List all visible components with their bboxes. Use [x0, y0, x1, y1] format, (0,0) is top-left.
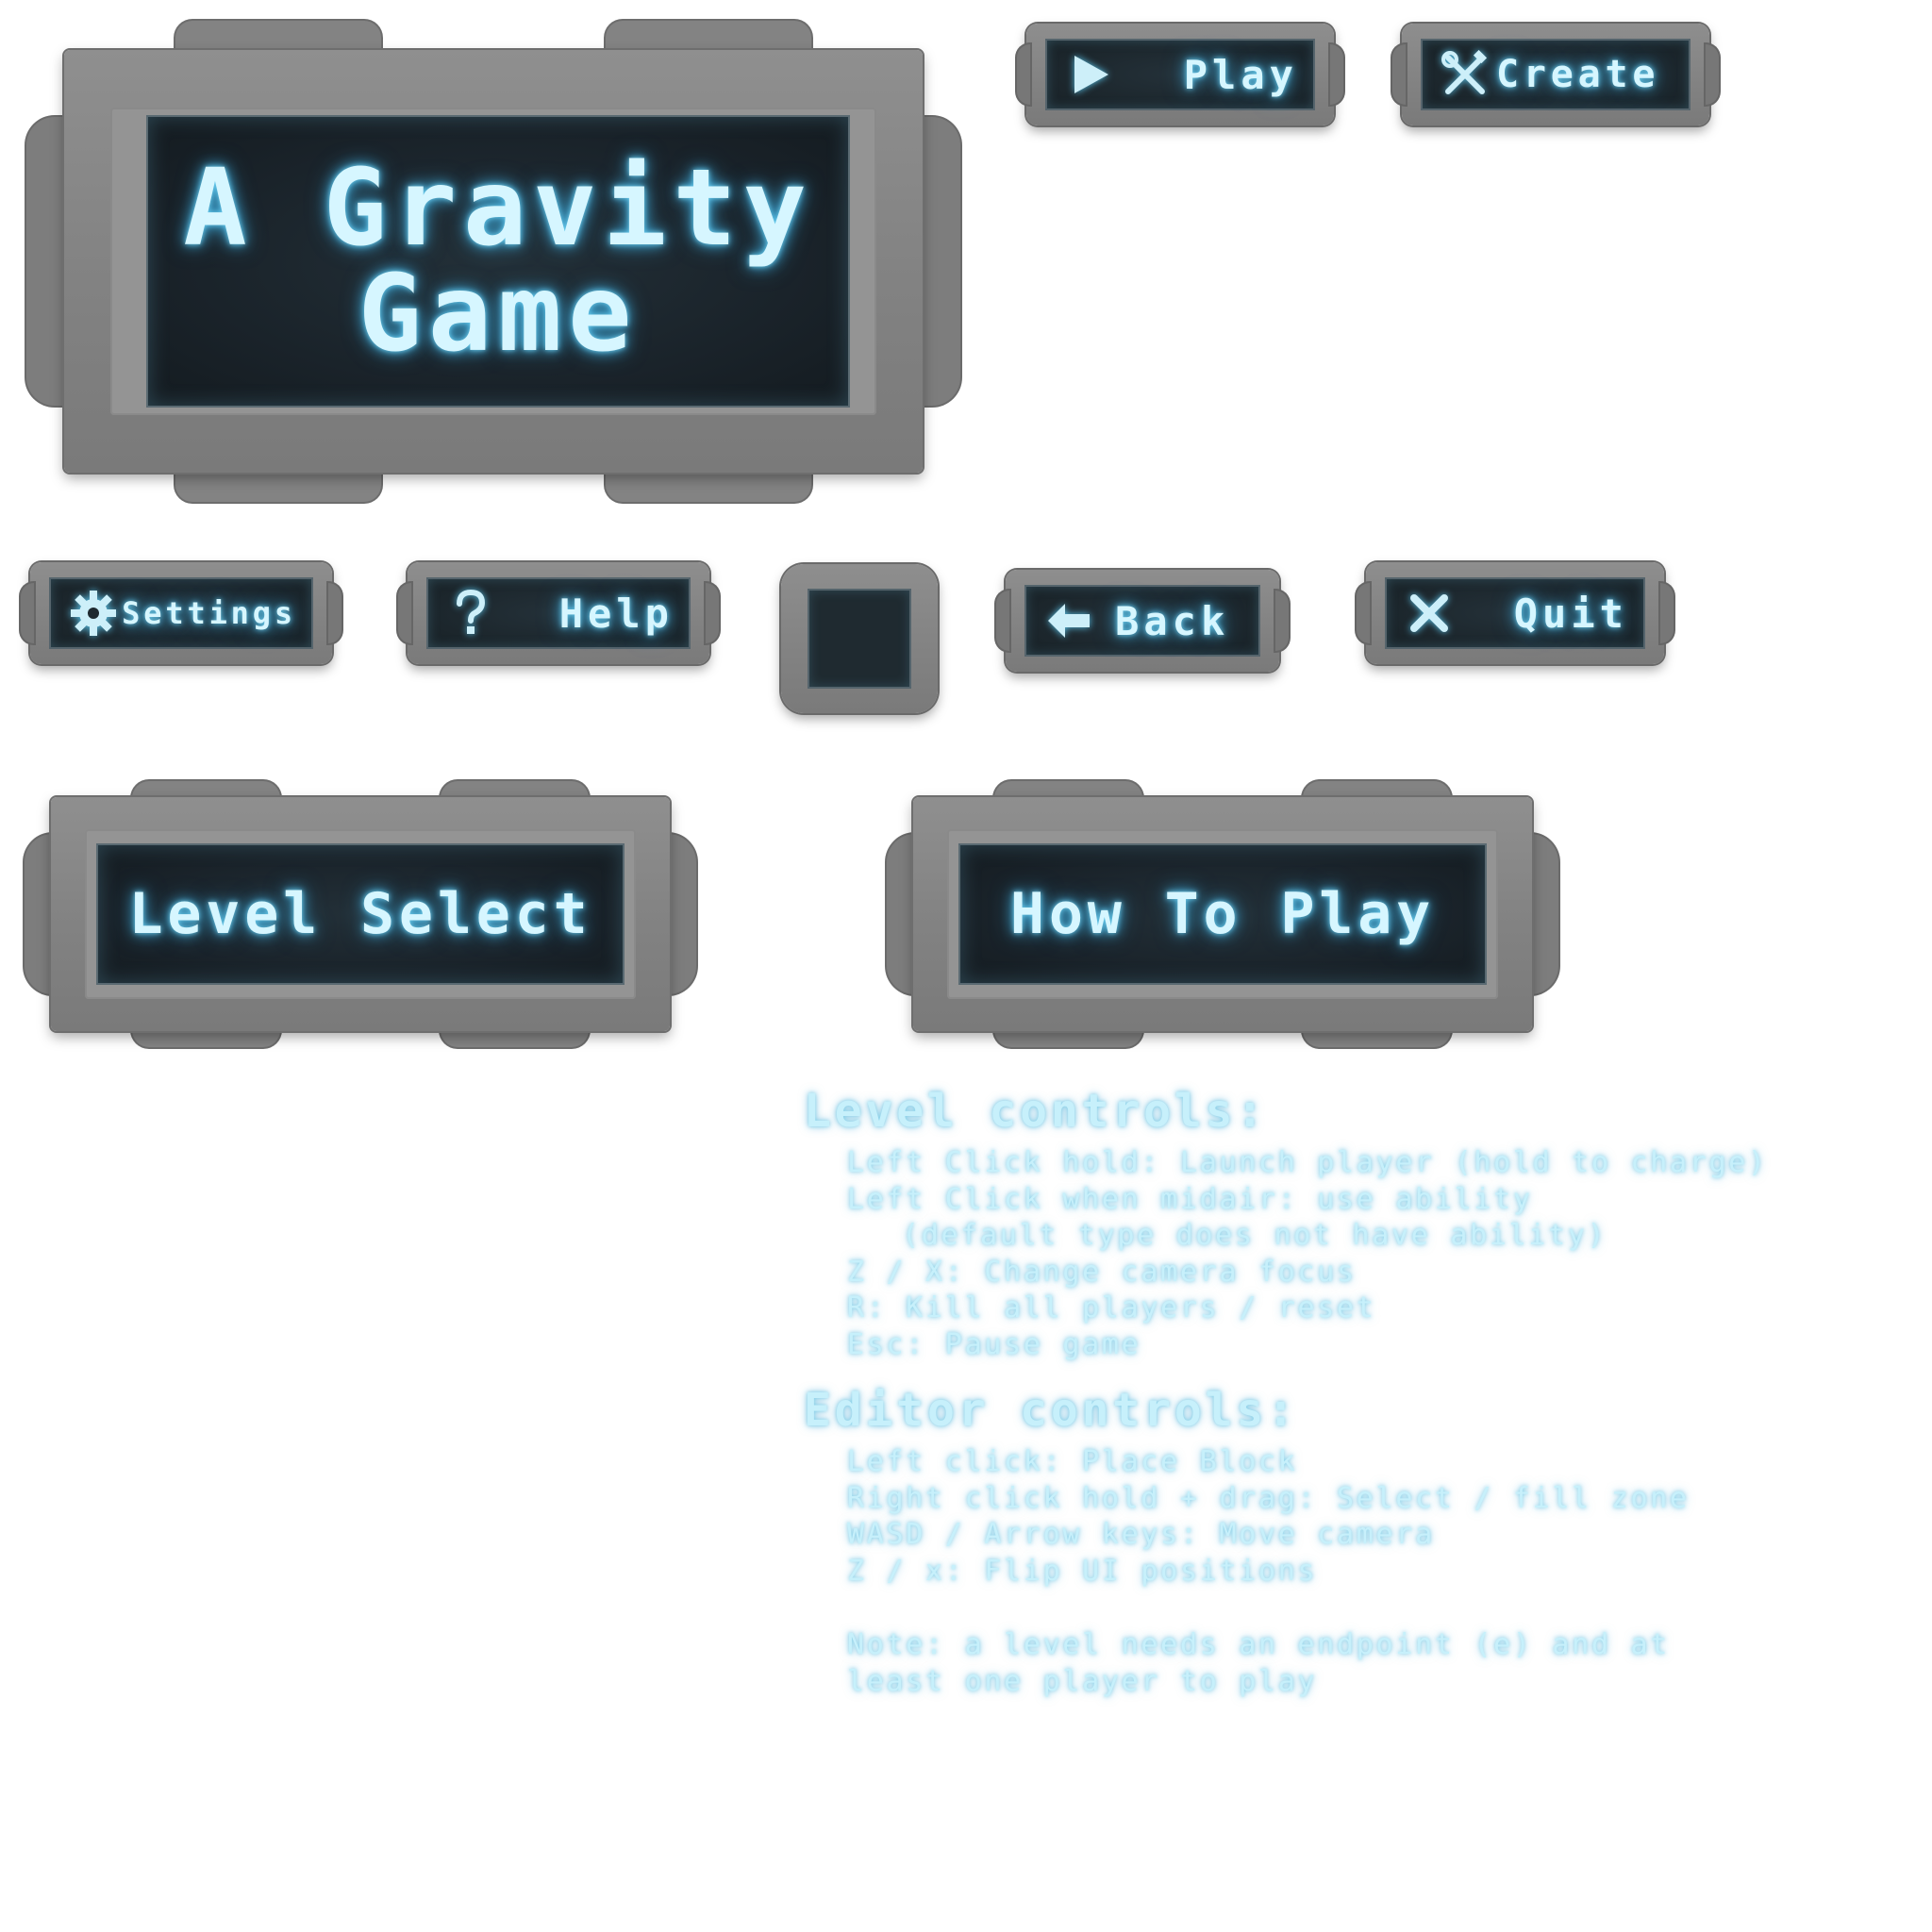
button-face: [809, 591, 909, 687]
level-control-line: (default type does not have ability): [902, 1219, 1607, 1252]
controls-help: Level controls: Left Click hold: Launch …: [804, 1083, 1898, 1700]
arrow-left-icon: [1041, 593, 1096, 648]
play-icon: [1062, 47, 1117, 102]
level-select-label: Level Select: [128, 881, 592, 947]
button-face: Quit: [1387, 579, 1643, 647]
level-control-line: R: Kill all players / reset: [847, 1291, 1376, 1324]
level-select-button[interactable]: Level Select: [25, 781, 696, 1047]
create-button[interactable]: Create: [1392, 24, 1719, 125]
button-face: Help: [428, 579, 689, 647]
editor-control-line: Z / x: Flip UI positions: [847, 1554, 1318, 1588]
editor-control-line: Left click: Place Block: [847, 1445, 1298, 1478]
level-control-line: Esc: Pause game: [847, 1327, 1141, 1361]
note-line: least one player to play: [847, 1664, 1318, 1698]
editor-control-line: Right click hold + drag: Select / fill z…: [847, 1481, 1690, 1515]
close-icon: [1402, 586, 1457, 641]
game-title-line-1: A Gravity: [183, 147, 813, 270]
button-face: Play: [1047, 41, 1313, 108]
play-label: Play: [1183, 51, 1298, 98]
help-label: Help: [558, 590, 674, 637]
back-label: Back: [1115, 597, 1230, 644]
play-button[interactable]: Play: [1017, 24, 1343, 125]
quit-button[interactable]: Quit: [1357, 562, 1674, 664]
button-face: Back: [1026, 587, 1258, 655]
level-controls-heading: Level controls:: [804, 1085, 1268, 1138]
editor-controls-heading: Editor controls:: [804, 1384, 1298, 1437]
level-control-line: Left Click when midair: use ability: [847, 1182, 1533, 1216]
create-label: Create: [1496, 53, 1660, 96]
help-button[interactable]: Help: [398, 562, 719, 664]
note-line: Note: a level needs an endpoint (e) and …: [847, 1628, 1670, 1661]
game-title-line-2: Game: [358, 253, 639, 375]
settings-button[interactable]: Settings: [21, 562, 341, 664]
quit-label: Quit: [1513, 590, 1628, 637]
settings-label: Settings: [122, 595, 296, 631]
back-button[interactable]: Back: [996, 570, 1289, 672]
title-panel: A Gravity Game: [26, 21, 960, 502]
gear-icon: [66, 586, 121, 641]
question-icon: [443, 586, 498, 641]
panel-screen: Level Select: [98, 844, 623, 984]
editor-control-line: WASD / Arrow keys: Move camera: [847, 1518, 1435, 1551]
level-control-line: Left Click hold: Launch player (hold to …: [847, 1146, 1768, 1179]
title-screen: A Gravity Game: [147, 117, 849, 406]
panel-screen: How To Play: [960, 844, 1485, 984]
tools-icon: [1438, 47, 1492, 102]
how-to-play-label: How To Play: [1009, 881, 1436, 947]
button-face: Settings: [51, 579, 311, 647]
blank-square-button[interactable]: [781, 564, 938, 713]
how-to-play-button[interactable]: How To Play: [887, 781, 1558, 1047]
level-control-line: Z / X: Change camera focus: [847, 1255, 1357, 1289]
button-face: Create: [1423, 41, 1689, 108]
